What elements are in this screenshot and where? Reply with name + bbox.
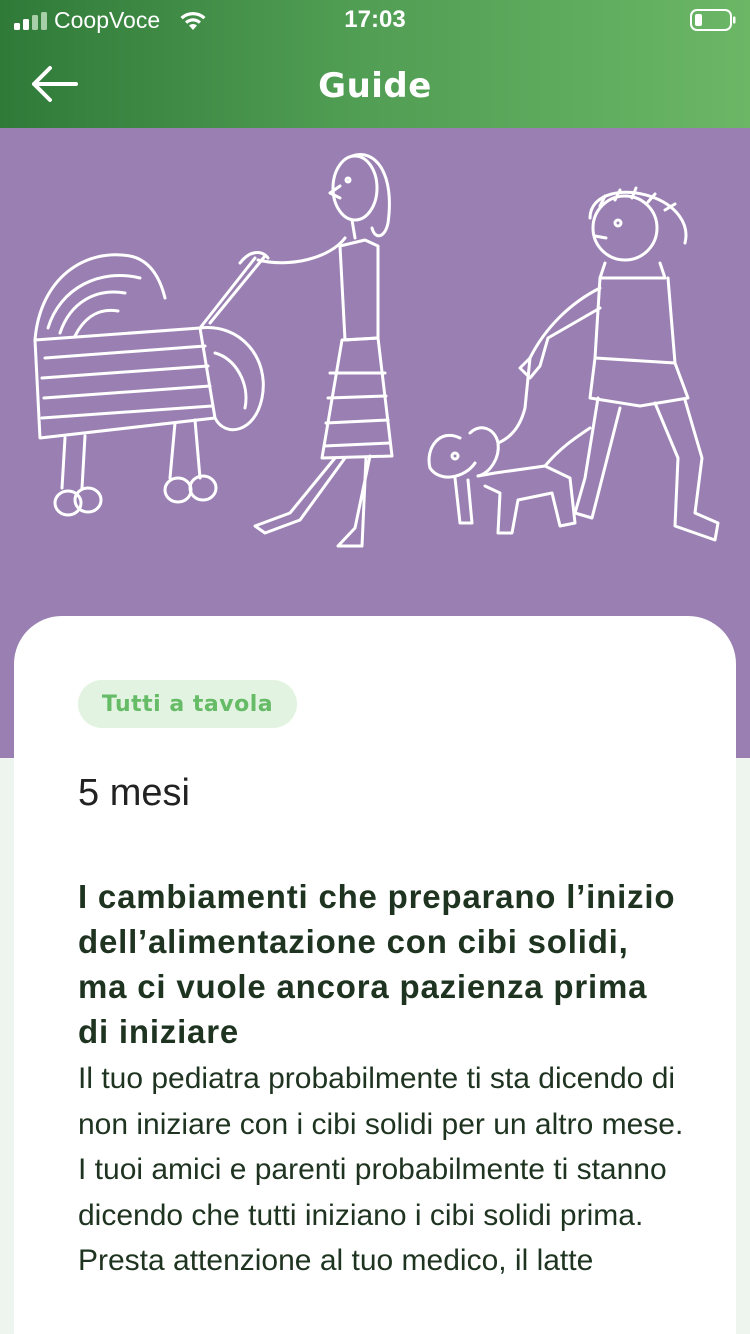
- man-drawing: [518, 186, 720, 542]
- age-heading: 5 mesi: [78, 772, 190, 814]
- status-bar: CoopVoce 17:03: [0, 0, 750, 40]
- article-card: Tutti a tavola 5 mesi I cambiamenti che …: [14, 616, 736, 1334]
- app-header: CoopVoce 17:03 Guide: [0, 0, 750, 128]
- status-time: 17:03: [344, 6, 406, 33]
- article-body: Il tuo pediatra probabilmente ti sta dic…: [78, 1062, 684, 1277]
- dog-drawing: [427, 356, 592, 535]
- battery-icon: [690, 9, 736, 31]
- category-tag[interactable]: Tutti a tavola: [78, 680, 297, 728]
- page-title: Guide: [318, 66, 432, 106]
- nav-bar: Guide: [0, 46, 750, 126]
- woman-drawing: [253, 153, 394, 548]
- pram-drawing: [33, 251, 270, 517]
- article-title: I cambiamenti che preparano l’inizio del…: [78, 878, 676, 1050]
